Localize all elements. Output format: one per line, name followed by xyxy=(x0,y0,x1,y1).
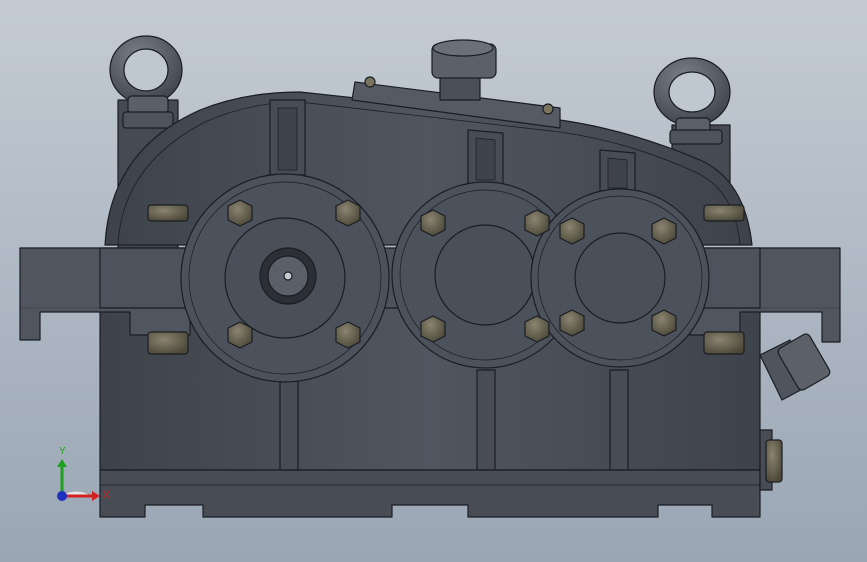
rib-bottom-1 xyxy=(279,369,299,471)
bearing-housing-output xyxy=(530,188,710,368)
rib-bottom-3 xyxy=(609,369,629,471)
z-axis-dot-icon xyxy=(57,491,67,501)
y-axis-label: Y xyxy=(59,446,66,457)
gearbox-model-view[interactable]: X Y xyxy=(0,0,867,562)
gearbox xyxy=(19,35,841,518)
cad-viewport[interactable]: X Y xyxy=(0,0,867,562)
rib-bottom-2 xyxy=(476,369,496,471)
x-axis-label: X xyxy=(103,490,110,501)
